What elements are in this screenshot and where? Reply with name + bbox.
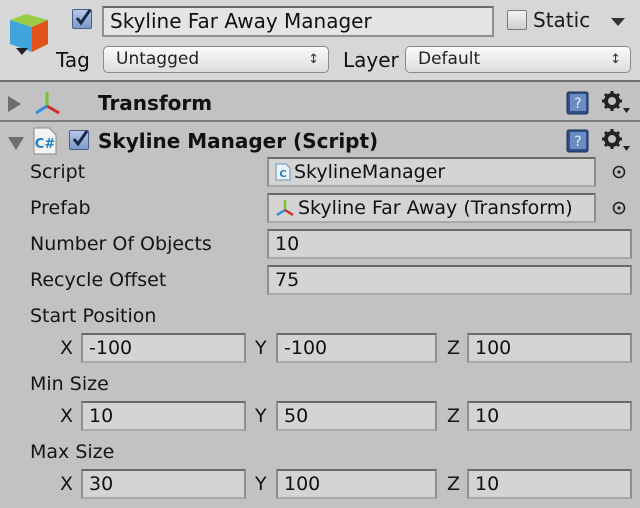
svg-text:?: ? [574, 96, 581, 112]
foldout-collapsed-icon[interactable] [8, 96, 21, 112]
max-size-z-input[interactable]: 10 [467, 469, 632, 499]
prefab-object-field[interactable]: Skyline Far Away (Transform) [267, 193, 596, 223]
number-of-objects-input[interactable]: 10 [267, 229, 632, 259]
help-book-icon[interactable]: ? [566, 129, 590, 153]
tag-dropdown[interactable]: Untagged ↕ [103, 46, 329, 73]
gameobject-header: Skyline Far Away Manager Static Tag Unta… [0, 0, 640, 82]
start-position-label: Start Position [30, 305, 157, 327]
start-position-z-input[interactable]: 100 [467, 333, 632, 363]
z-axis-label: Z [447, 473, 461, 495]
y-axis-label: Y [255, 337, 267, 359]
script-object-field[interactable]: C SkylineManager [267, 157, 596, 187]
static-dropdown-arrow-icon[interactable] [611, 18, 625, 26]
start-position-x-input[interactable]: -100 [81, 333, 246, 363]
object-picker-icon[interactable] [612, 201, 626, 215]
layer-value: Default [418, 49, 481, 69]
script-file-icon: C [275, 163, 291, 181]
script-label: Script [30, 161, 86, 183]
csharp-script-icon: C# [33, 127, 57, 155]
object-picker-icon[interactable] [612, 165, 626, 179]
min-size-y-input[interactable]: 50 [276, 401, 437, 431]
gameobject-name-input[interactable]: Skyline Far Away Manager [102, 6, 494, 37]
y-axis-label: Y [255, 405, 267, 427]
static-label: Static [533, 8, 591, 32]
transform-component-header[interactable]: Transform ? [0, 84, 640, 122]
script-value: SkylineManager [294, 161, 446, 183]
svg-text:C: C [279, 169, 286, 180]
max-size-label: Max Size [30, 441, 115, 463]
layer-dropdown[interactable]: Default ↕ [405, 46, 631, 73]
number-of-objects-label: Number Of Objects [30, 233, 212, 255]
z-axis-label: Z [447, 337, 461, 359]
z-axis-label: Z [447, 405, 461, 427]
tag-value: Untagged [116, 49, 200, 69]
x-axis-label: X [60, 337, 74, 359]
prefab-label: Prefab [30, 197, 91, 219]
min-size-label: Min Size [30, 373, 109, 395]
layer-label: Layer [343, 48, 399, 72]
gear-icon[interactable] [601, 90, 631, 116]
tag-label: Tag [56, 48, 90, 72]
static-checkbox[interactable] [507, 10, 527, 30]
script-component-title: Skyline Manager (Script) [98, 129, 379, 153]
transform-axis-icon [276, 200, 294, 217]
y-axis-label: Y [255, 473, 267, 495]
script-component-header[interactable]: C# Skyline Manager (Script) ? [0, 122, 640, 160]
script-enabled-checkbox[interactable] [69, 130, 89, 150]
prefab-value: Skyline Far Away (Transform) [298, 197, 573, 219]
popup-arrows-icon: ↕ [610, 52, 621, 67]
popup-arrows-icon: ↕ [308, 52, 319, 67]
help-book-icon[interactable]: ? [566, 91, 590, 115]
max-size-y-input[interactable]: 100 [276, 469, 437, 499]
active-checkbox[interactable] [72, 9, 92, 29]
transform-title: Transform [98, 91, 213, 115]
svg-text:?: ? [574, 134, 581, 150]
gameobject-cube-icon [10, 14, 48, 55]
foldout-expanded-icon[interactable] [8, 137, 24, 150]
x-axis-label: X [60, 473, 74, 495]
x-axis-label: X [60, 405, 74, 427]
gear-icon[interactable] [601, 128, 631, 154]
start-position-y-input[interactable]: -100 [276, 333, 437, 363]
max-size-x-input[interactable]: 30 [81, 469, 246, 499]
svg-text:C#: C# [35, 137, 56, 152]
min-size-x-input[interactable]: 10 [81, 401, 246, 431]
recycle-offset-label: Recycle Offset [30, 269, 167, 291]
min-size-z-input[interactable]: 10 [467, 401, 632, 431]
transform-axis-icon [35, 92, 60, 115]
recycle-offset-input[interactable]: 75 [267, 265, 632, 295]
